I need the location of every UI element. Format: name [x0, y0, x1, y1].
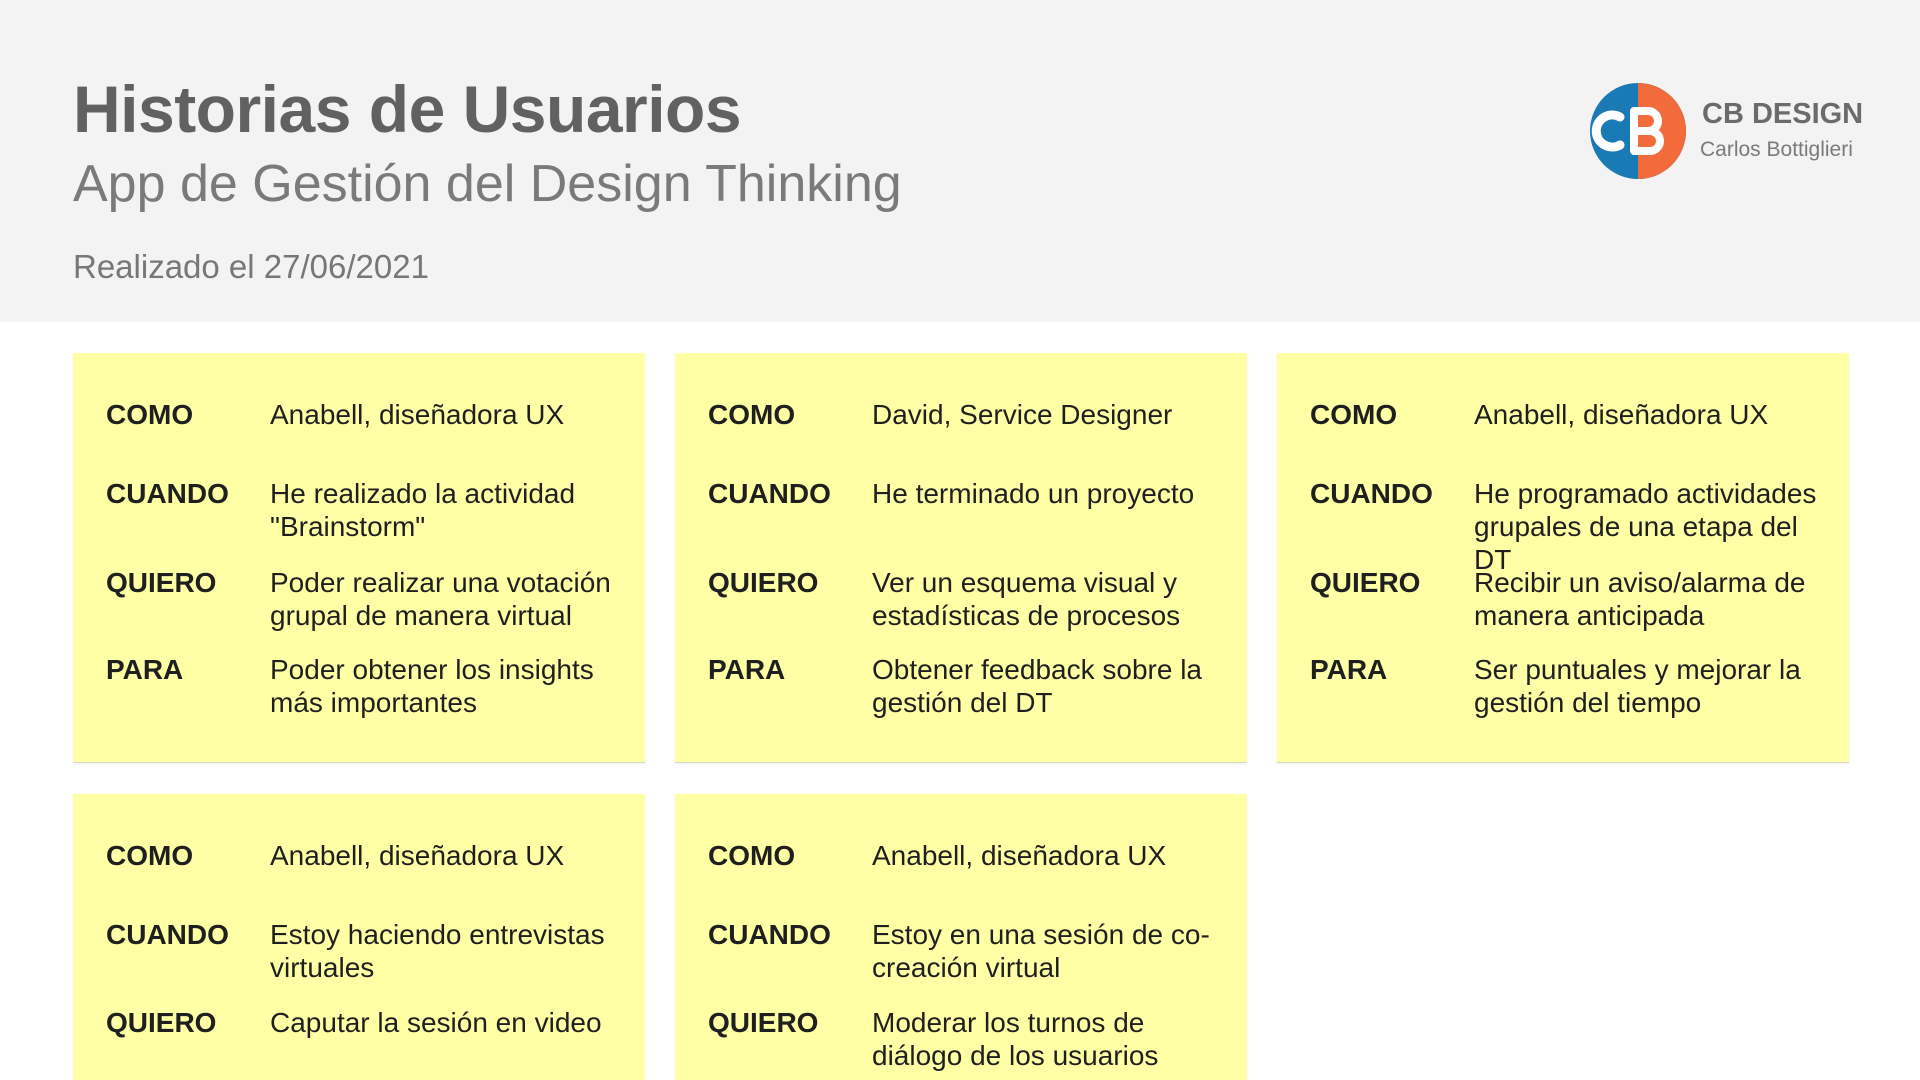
como-value: Anabell, diseñadora UX [270, 399, 565, 430]
como-label: COMO [1310, 399, 1398, 430]
quiero-label: QUIERO [106, 1007, 217, 1038]
user-story-card: COMO Anabell, diseñadora UX CUANDO Estoy… [73, 794, 645, 1080]
como-value: Anabell, diseñadora UX [872, 840, 1167, 871]
cuando-value: He programado actividades grupales de un… [1474, 478, 1817, 575]
como-label: COMO [106, 399, 194, 430]
para-value: Poder obtener los insights más important… [270, 654, 594, 718]
user-story-card: COMO Anabell, diseñadora UX CUANDO Estoy… [675, 794, 1247, 1080]
quiero-value: Poder realizar una votación grupal de ma… [270, 567, 611, 631]
quiero-value: Recibir un aviso/alarma de manera antici… [1474, 567, 1806, 631]
cuando-value: He realizado la actividad "Brainstorm" [270, 478, 576, 542]
quiero-label: QUIERO [1310, 567, 1421, 598]
para-value: Ser puntuales y mejorar la gestión del t… [1474, 654, 1801, 718]
como-label: COMO [708, 399, 796, 430]
para-label: PARA [1310, 654, 1388, 685]
quiero-label: QUIERO [106, 567, 217, 598]
para-label: PARA [708, 654, 786, 685]
page-subtitle: App de Gestión del Design Thinking [73, 155, 902, 213]
quiero-label: QUIERO [708, 567, 819, 598]
como-value: Anabell, diseñadora UX [270, 840, 565, 871]
para-label: PARA [106, 654, 184, 685]
brand-author: Carlos Bottiglieri [1700, 138, 1853, 161]
cuando-value: Estoy haciendo entrevistas virtuales [270, 919, 605, 983]
date-text: Realizado el 27/06/2021 [73, 248, 429, 285]
user-story-card: COMO Anabell, diseñadora UX CUANDO He re… [73, 353, 645, 762]
cuando-value: Estoy en una sesión de co-creación virtu… [872, 919, 1210, 983]
quiero-value: Ver un esquema visual y estadísticas de … [872, 567, 1181, 631]
como-label: COMO [708, 840, 796, 871]
cuando-label: CUANDO [708, 919, 831, 950]
cb-logo-icon [1590, 83, 1686, 179]
header: Historias de Usuarios App de Gestión del… [0, 0, 1920, 322]
cuando-value: He terminado un proyecto [872, 478, 1195, 509]
como-value: Anabell, diseñadora UX [1474, 399, 1769, 430]
cuando-label: CUANDO [106, 478, 229, 509]
cuando-label: CUANDO [1310, 478, 1433, 509]
quiero-value: Moderar los turnos de diálogo de los usu… [872, 1007, 1159, 1071]
quiero-label: QUIERO [708, 1007, 819, 1038]
cuando-label: CUANDO [708, 478, 831, 509]
como-label: COMO [106, 840, 194, 871]
cuando-label: CUANDO [106, 919, 229, 950]
brand-name: CB DESIGN [1702, 98, 1864, 130]
user-story-card: COMO Anabell, diseñadora UX CUANDO He pr… [1277, 353, 1849, 762]
quiero-value: Caputar la sesión en video [270, 1007, 602, 1038]
page-title: Historias de Usuarios [73, 72, 742, 146]
user-story-card: COMO David, Service Designer CUANDO He t… [675, 353, 1247, 762]
como-value: David, Service Designer [872, 399, 1173, 430]
para-value: Obtener feedback sobre la gestión del DT [872, 654, 1202, 718]
